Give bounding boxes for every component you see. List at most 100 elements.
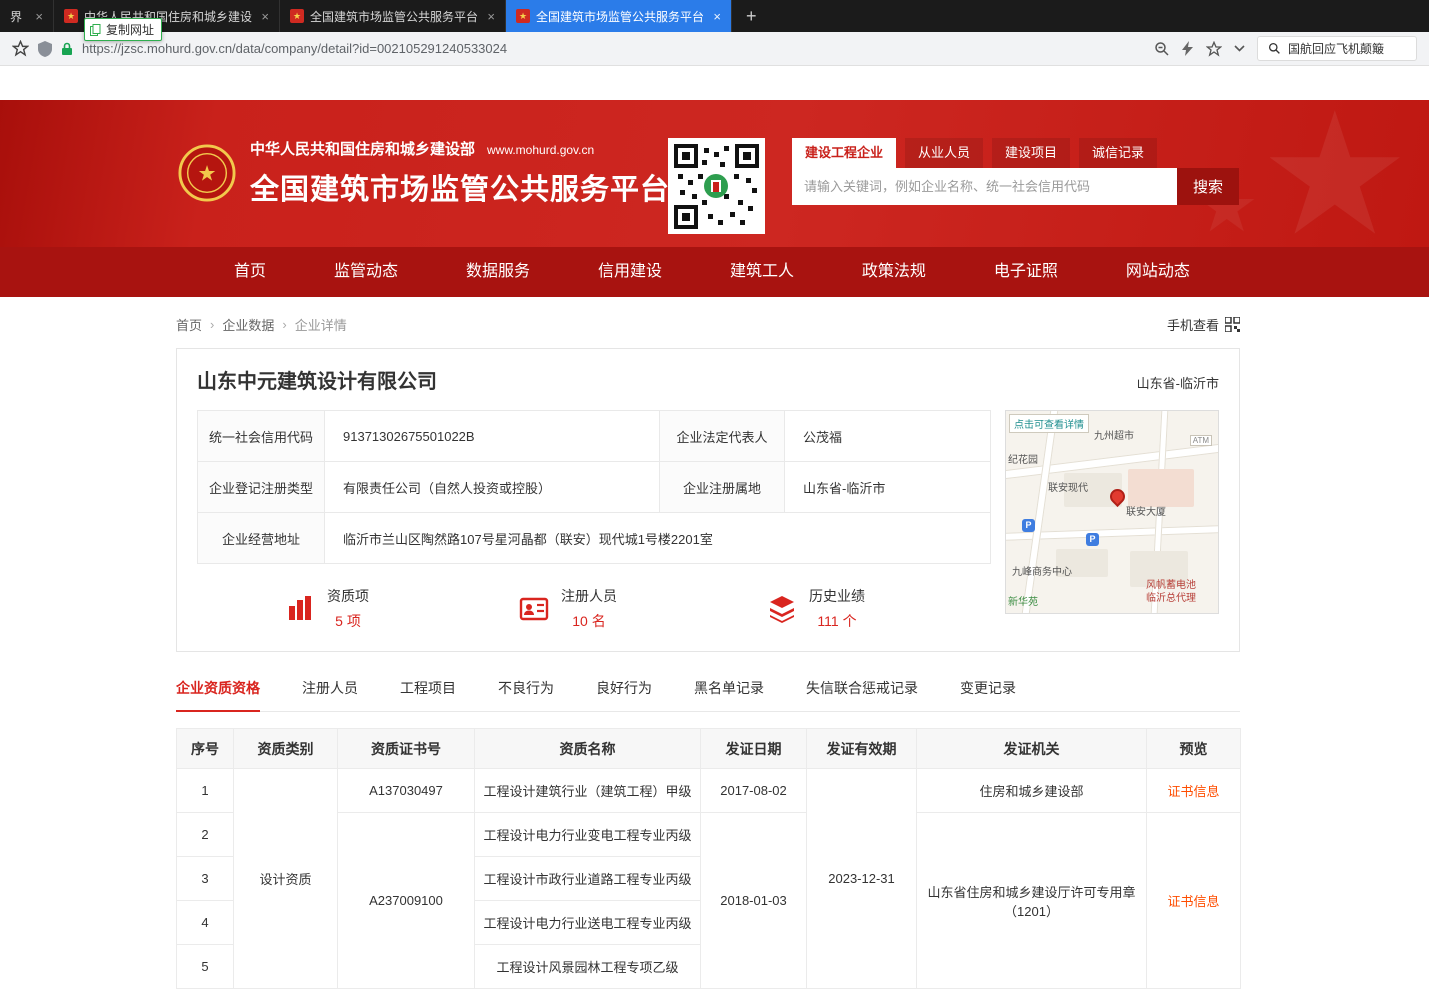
breadcrumb-company-data[interactable]: 企业数据 [222, 315, 274, 334]
copy-icon [90, 24, 101, 36]
qr-code [668, 138, 765, 234]
cell-name: 工程设计风景园林工程专项乙级 [475, 945, 701, 989]
stat-value: 111 个 [809, 611, 865, 631]
parking-icon: P [1086, 533, 1099, 546]
flash-extension-icon[interactable] [1182, 41, 1194, 56]
tab-qualifications[interactable]: 企业资质资格 [176, 678, 260, 712]
favorite-star-icon[interactable] [1206, 41, 1222, 57]
cell-name: 工程设计建筑行业（建筑工程）甲级 [475, 769, 701, 813]
nav-item-supervision[interactable]: 监管动态 [334, 247, 398, 297]
copy-url-tooltip[interactable]: 复制网址 [84, 18, 162, 41]
map-label-business-center: 九峰商务中心 [1012, 563, 1072, 578]
keyword-input[interactable] [792, 168, 1177, 205]
cell-issue-date: 2018-01-03 [701, 813, 807, 989]
nav-item-site-news[interactable]: 网站动态 [1126, 247, 1190, 297]
tab-good-behavior[interactable]: 良好行为 [596, 678, 652, 711]
nav-item-workers[interactable]: 建筑工人 [730, 247, 794, 297]
search-tab-project[interactable]: 建设项目 [992, 138, 1070, 168]
map-hint-label: 点击可查看详情 [1009, 414, 1089, 433]
tab-dishonesty-records[interactable]: 失信联合惩戒记录 [806, 678, 918, 711]
close-tab-icon[interactable]: × [487, 9, 495, 24]
col-header-no: 序号 [177, 729, 234, 769]
field-value-reg-region: 山东省-临沂市 [785, 462, 991, 513]
map-label-atm: ATM [1190, 435, 1212, 446]
map-label-garden: 纪花园 [1008, 451, 1038, 466]
mobile-view[interactable]: 手机查看 [1167, 315, 1240, 334]
ministry-name: 中华人民共和国住房和城乡建设部 [250, 141, 475, 158]
stat-qualifications[interactable]: 资质项 5 项 [285, 586, 369, 631]
main-navigation: 首页 监管动态 数据服务 信用建设 建筑工人 政策法规 电子证照 网站动态 [0, 247, 1429, 297]
tab-blacklist[interactable]: 黑名单记录 [694, 678, 764, 711]
shield-icon[interactable] [38, 41, 52, 57]
map-label-lianan-tower: 联安大厦 [1126, 503, 1166, 518]
search-button[interactable]: 搜索 [1177, 168, 1239, 205]
tab-title: 界 [10, 8, 29, 25]
company-name: 山东中元建筑设计有限公司 [197, 365, 437, 394]
search-tab-enterprise[interactable]: 建设工程企业 [792, 138, 896, 168]
bookmark-star-icon[interactable] [12, 40, 29, 57]
tab-bad-behavior[interactable]: 不良行为 [498, 678, 554, 711]
new-tab-button[interactable]: + [732, 0, 771, 32]
map-label-supermarket: 九州超市 [1094, 427, 1134, 442]
address-bar-url[interactable]: https://jzsc.mohurd.gov.cn/data/company/… [82, 41, 507, 56]
cell-category: 设计资质 [234, 769, 338, 989]
nav-item-e-license[interactable]: 电子证照 [994, 247, 1058, 297]
col-header-cert-no: 资质证书号 [338, 729, 475, 769]
ministry-line: 中华人民共和国住房和城乡建设部www.mohurd.gov.cn [250, 138, 670, 159]
close-tab-icon[interactable]: × [35, 9, 43, 24]
map-label-battery-line2: 临沂总代理 [1146, 592, 1196, 606]
browser-tab-active[interactable]: ★ 全国建筑市场监管公共服务平台 × [506, 0, 732, 32]
site-favicon-icon: ★ [64, 9, 78, 23]
nav-item-data-service[interactable]: 数据服务 [466, 247, 530, 297]
search-tab-credit[interactable]: 诚信记录 [1079, 138, 1157, 168]
nav-item-policy[interactable]: 政策法规 [862, 247, 926, 297]
field-label: 企业登记注册类型 [198, 462, 325, 513]
tab-projects[interactable]: 工程项目 [400, 678, 456, 711]
secure-lock-icon [61, 42, 73, 56]
browser-tab-2[interactable]: ★ 全国建筑市场监管公共服务平台 × [280, 0, 506, 32]
cell-no: 1 [177, 769, 234, 813]
stat-history-performance[interactable]: 历史业绩 111 个 [767, 586, 865, 631]
field-label: 企业经营地址 [198, 513, 325, 564]
cell-no: 3 [177, 857, 234, 901]
detail-tabs: 企业资质资格 注册人员 工程项目 不良行为 良好行为 黑名单记录 失信联合惩戒记… [176, 678, 1240, 712]
nav-item-home[interactable]: 首页 [234, 247, 266, 297]
zoom-icon[interactable] [1154, 41, 1170, 57]
cell-no: 5 [177, 945, 234, 989]
chevron-down-icon[interactable] [1234, 45, 1245, 52]
col-header-name: 资质名称 [475, 729, 701, 769]
national-emblem-icon: ★ [178, 144, 236, 202]
header-search-area: 建设工程企业 从业人员 建设项目 诚信记录 搜索 [792, 138, 1239, 205]
copy-url-label: 复制网址 [106, 21, 154, 38]
cell-name: 工程设计市政行业道路工程专业丙级 [475, 857, 701, 901]
search-icon [1268, 42, 1281, 55]
stat-registered-personnel[interactable]: 注册人员 10 名 [519, 586, 617, 631]
browser-tab-0[interactable]: 界 × [0, 0, 54, 32]
qualification-table: 序号 资质类别 资质证书号 资质名称 发证日期 发证有效期 发证机关 预览 1 … [176, 728, 1241, 989]
field-value-reg-type: 有限责任公司（自然人投资或控股） [325, 462, 660, 513]
personnel-icon [519, 594, 549, 624]
close-tab-icon[interactable]: × [261, 9, 269, 24]
cell-no: 2 [177, 813, 234, 857]
browser-toolbar: https://jzsc.mohurd.gov.cn/data/company/… [0, 32, 1429, 66]
tab-change-records[interactable]: 变更记录 [960, 678, 1016, 711]
cell-cert-no: A137030497 [338, 769, 475, 813]
breadcrumb-separator [210, 317, 214, 332]
map-label-battery-line1: 风帆蓄电池 [1146, 579, 1196, 593]
cert-info-link[interactable]: 证书信息 [1167, 894, 1219, 909]
company-info-table: 统一社会信用代码 91371302675501022B 企业法定代表人 公茂福 … [197, 410, 991, 564]
cell-no: 4 [177, 901, 234, 945]
site-header-banner: ★ ★ ★ 中华人民共和国住房和城乡建设部www.mohurd.gov.cn 全… [0, 100, 1429, 247]
company-location-map[interactable]: 点击可查看详情 九州超市 ATM 纪花园 联安现代 联安大厦 P P 九峰商务中… [1005, 410, 1219, 614]
browser-search-box[interactable]: 国航回应飞机颠簸 [1257, 36, 1417, 61]
browser-tab-strip: 界 × ★ 中华人民共和国住房和城乡建设 × ★ 全国建筑市场监管公共服务平台 … [0, 0, 1429, 32]
search-tab-personnel[interactable]: 从业人员 [905, 138, 983, 168]
tab-registered-personnel[interactable]: 注册人员 [302, 678, 358, 711]
cert-info-link[interactable]: 证书信息 [1167, 784, 1219, 799]
breadcrumb-home[interactable]: 首页 [176, 315, 202, 334]
close-tab-icon[interactable]: × [713, 9, 721, 24]
site-brand: ★ 中华人民共和国住房和城乡建设部www.mohurd.gov.cn 全国建筑市… [178, 138, 670, 208]
nav-item-credit[interactable]: 信用建设 [598, 247, 662, 297]
breadcrumb-separator [282, 317, 286, 332]
site-favicon-icon: ★ [290, 9, 304, 23]
